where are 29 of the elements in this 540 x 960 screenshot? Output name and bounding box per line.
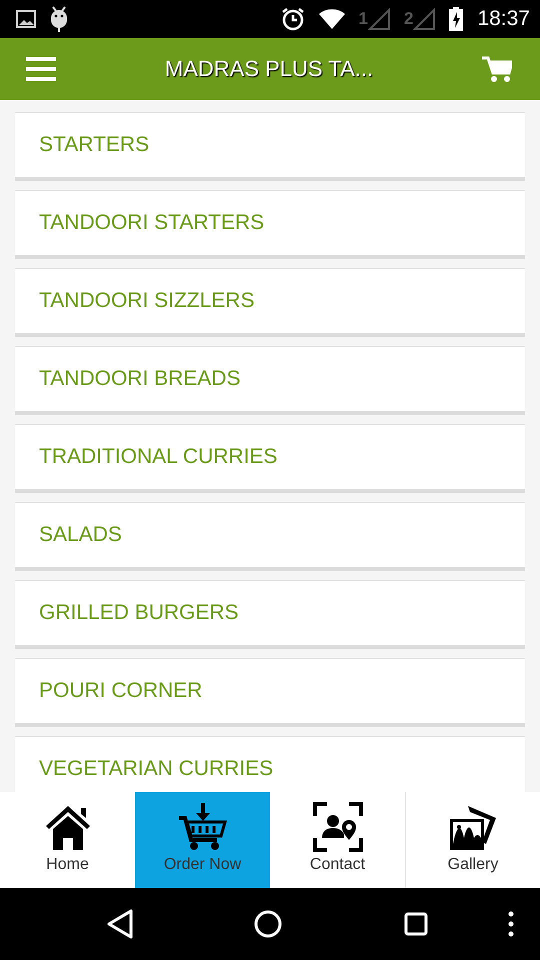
wifi-icon — [318, 9, 344, 29]
recents-icon[interactable] — [404, 912, 428, 936]
android-icon — [50, 6, 68, 32]
cart-icon[interactable] — [482, 55, 512, 83]
more-icon[interactable] — [508, 911, 514, 937]
category-item[interactable]: TANDOORI STARTERS — [15, 190, 525, 259]
category-item[interactable]: VEGETARIAN CURRIES — [15, 736, 525, 792]
home-icon[interactable] — [254, 910, 282, 938]
clock-time: 18:37 — [477, 7, 530, 31]
signal-icon — [413, 8, 436, 30]
category-item[interactable]: GRILLED BURGERS — [15, 580, 525, 649]
app-title: MADRAS PLUS TA... — [164, 56, 374, 82]
category-item[interactable]: SALADS — [15, 502, 525, 571]
category-item[interactable]: TANDOORI SIZZLERS — [15, 268, 525, 337]
back-icon[interactable] — [106, 909, 134, 939]
alarm-icon — [280, 7, 304, 31]
sim-label: 2 — [404, 9, 414, 29]
signal-icon — [368, 8, 390, 30]
nav-tab[interactable]: Order Now — [135, 792, 270, 888]
cart-icon — [178, 802, 228, 852]
category-item[interactable]: TRADITIONAL CURRIES — [15, 424, 525, 493]
category-item[interactable]: TANDOORI BREADS — [15, 346, 525, 415]
category-item[interactable]: STARTERS — [15, 112, 525, 181]
battery-icon — [449, 7, 464, 31]
contact-icon — [312, 802, 362, 852]
sim-label: 1 — [358, 9, 368, 29]
menu-icon[interactable] — [26, 57, 56, 81]
image-icon — [16, 10, 36, 28]
category-item[interactable]: POURI CORNER — [15, 658, 525, 727]
